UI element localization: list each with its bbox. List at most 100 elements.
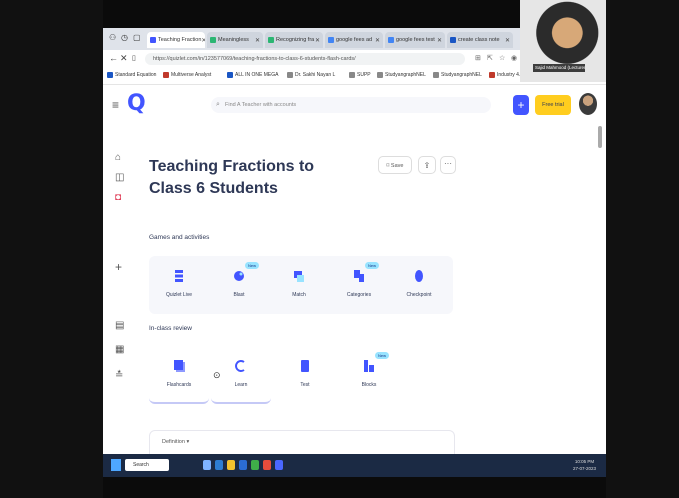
- bookmark-icon: [287, 72, 293, 78]
- bookmark-icon: [489, 72, 495, 78]
- more-options-button[interactable]: ···: [440, 156, 456, 174]
- share-icon[interactable]: ⇪: [418, 156, 436, 174]
- game-checkpoint[interactable]: Checkpoint: [389, 256, 449, 314]
- tab-site-icon: [268, 37, 274, 43]
- close-tab-icon[interactable]: ✕: [201, 37, 205, 44]
- screen: ⚇ ◷ ▢ Teaching Fraction ✕ Meaningless ✕ …: [103, 28, 606, 477]
- bookmark-icon: [349, 72, 355, 78]
- games-row: Quizlet Live Blast New Match Categories …: [149, 256, 453, 314]
- new-badge: New: [375, 352, 390, 359]
- taskbar-search-input[interactable]: Search: [125, 459, 169, 471]
- windows-start-icon[interactable]: [111, 459, 121, 471]
- game-blast[interactable]: Blast New: [209, 256, 269, 314]
- games-heading: Games and activities: [149, 234, 210, 241]
- new-badge: New: [245, 262, 260, 269]
- class-icon[interactable]: ▦: [115, 344, 124, 355]
- bookmark-item[interactable]: StudyangraphNEL: [377, 72, 426, 78]
- bookmark-icon: [377, 72, 383, 78]
- extension-icon[interactable]: ⊞: [475, 54, 481, 62]
- reload-icon[interactable]: ✕: [120, 53, 128, 64]
- bookmark-item[interactable]: Standard Equation: [107, 72, 156, 78]
- bookmark-star-icon[interactable]: ☆: [499, 54, 505, 62]
- quizlet-tab-icon: [150, 37, 156, 43]
- quizlet-live-icon: [174, 268, 184, 284]
- folder-icon[interactable]: ▤: [115, 320, 124, 331]
- game-quizlet-live[interactable]: Quizlet Live: [149, 256, 209, 314]
- history-icon[interactable]: ◷: [121, 33, 128, 42]
- mode-blocks[interactable]: Blocks New: [339, 346, 399, 404]
- save-button[interactable]: ⌑ Save: [378, 156, 412, 174]
- tab-2[interactable]: Meaningless ✕: [207, 32, 263, 48]
- right-black-border: [606, 0, 679, 498]
- page-info-icon[interactable]: ▯: [132, 54, 136, 62]
- bookmark-item[interactable]: StudyangraphNEL: [433, 72, 482, 78]
- bookmark-icon: [433, 72, 439, 78]
- tab-1[interactable]: Teaching Fraction ✕: [147, 32, 205, 48]
- review-row: Flashcards Learn Test Blocks New: [149, 346, 453, 406]
- edge-icon[interactable]: [215, 460, 223, 470]
- tab-4[interactable]: google fees ad ✕: [325, 32, 383, 48]
- left-black-border: [0, 0, 103, 498]
- home-icon[interactable]: ⌂: [115, 152, 121, 163]
- mode-test[interactable]: Test: [275, 346, 335, 404]
- library-icon[interactable]: ◫: [115, 172, 124, 183]
- task-view-icon[interactable]: [203, 460, 211, 470]
- game-categories[interactable]: Categories New: [329, 256, 389, 314]
- categories-icon: [353, 268, 365, 284]
- tab-list-icon[interactable]: ▢: [133, 33, 141, 42]
- create-button[interactable]: +: [513, 95, 529, 115]
- new-badge: New: [365, 262, 380, 269]
- game-match[interactable]: Match: [269, 256, 329, 314]
- match-icon: [293, 268, 305, 284]
- quizlet-logo[interactable]: Q: [127, 91, 146, 116]
- app-icon[interactable]: [251, 460, 259, 470]
- bookmark-item[interactable]: Multiverse Analyst: [163, 72, 211, 78]
- learn-icon: [235, 358, 247, 374]
- close-tab-icon[interactable]: ✕: [375, 37, 380, 44]
- review-heading: In-class review: [149, 325, 192, 332]
- tab-site-icon: [388, 37, 394, 43]
- tab-3[interactable]: Recognizing fra ✕: [265, 32, 323, 48]
- url-field[interactable]: https://quizlet.com/in/123577069/teachin…: [145, 53, 465, 65]
- bookmark-icon: [227, 72, 233, 78]
- taskbar-clock[interactable]: 10:05 PM 27-07-2023: [573, 458, 596, 472]
- notifications-icon[interactable]: ◘: [115, 192, 121, 203]
- tab-site-icon: [328, 37, 334, 43]
- scrollbar[interactable]: [598, 126, 602, 148]
- profile-icon[interactable]: ◉: [511, 54, 517, 62]
- file-explorer-icon[interactable]: [227, 460, 235, 470]
- flashcards-icon: [173, 358, 185, 374]
- close-tab-icon[interactable]: ✕: [437, 37, 442, 44]
- close-tab-icon[interactable]: ✕: [315, 37, 320, 44]
- add-icon[interactable]: +: [115, 260, 122, 274]
- checkpoint-icon: [414, 268, 424, 284]
- blast-icon: [233, 268, 245, 284]
- tools-icon[interactable]: ≛: [115, 370, 123, 381]
- tab-6[interactable]: create class note ✕: [447, 32, 513, 48]
- page-title: Teaching Fractions to Class 6 Students: [149, 158, 315, 197]
- bookmark-icon: [163, 72, 169, 78]
- tab-site-icon: [210, 37, 216, 43]
- bookmark-item[interactable]: SUPP: [349, 72, 371, 78]
- bookmark-item[interactable]: ALL IN ONE MEGA: [227, 72, 278, 78]
- chrome-icon[interactable]: [263, 460, 271, 470]
- app-icon[interactable]: [275, 460, 283, 470]
- bookmark-icon: [107, 72, 113, 78]
- close-tab-icon[interactable]: ✕: [255, 37, 260, 44]
- windows-taskbar: Search 10:05 PM 27-07-2023: [103, 454, 606, 477]
- tab-5[interactable]: google fees test ✕: [385, 32, 445, 48]
- webcam-name-label: Sajid Mahmood (Lecturer): [533, 64, 585, 72]
- back-icon[interactable]: ←: [109, 53, 118, 63]
- free-trial-button[interactable]: Free trial: [535, 95, 571, 115]
- mode-flashcards[interactable]: Flashcards: [149, 346, 209, 404]
- search-input[interactable]: ⌕ Find A Teacher with accounts: [211, 97, 491, 113]
- bookmark-item[interactable]: Dr. Sakhi Nayan L: [287, 72, 335, 78]
- definition-label: Definition ▾: [162, 439, 190, 445]
- close-tab-icon[interactable]: ✕: [505, 37, 510, 44]
- menu-icon[interactable]: ≡: [112, 98, 119, 112]
- share-page-icon[interactable]: ⇱: [487, 54, 493, 62]
- profile-icon[interactable]: ⚇: [109, 33, 116, 42]
- store-icon[interactable]: [239, 460, 247, 470]
- avatar[interactable]: [579, 93, 597, 115]
- search-icon: ⌕: [216, 101, 220, 108]
